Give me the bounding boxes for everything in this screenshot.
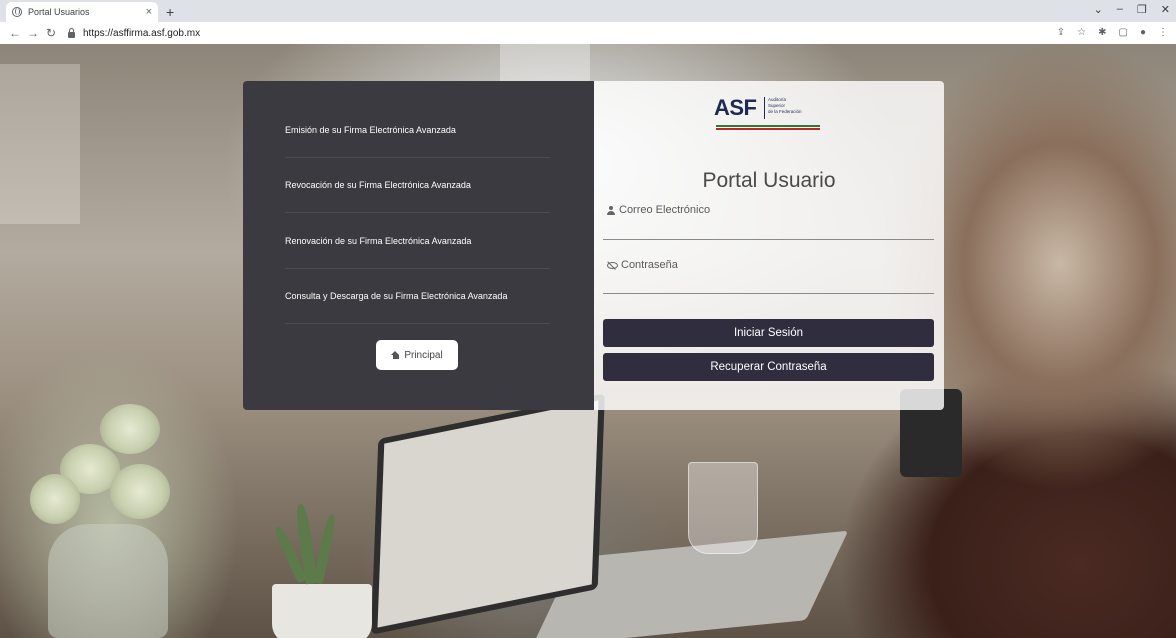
restore-button[interactable]: ❐ — [1137, 3, 1147, 16]
tab-title: Portal Usuarios — [28, 7, 90, 17]
globe-icon — [12, 7, 22, 17]
services-panel: Emisión de su Firma Electrónica Avanzada… — [243, 81, 594, 410]
menu-item-consulta[interactable]: Consulta y Descarga de su Firma Electrón… — [285, 291, 550, 324]
extensions-icon[interactable]: ✱ — [1098, 27, 1106, 38]
window-controls: ⌄ – ❐ ✕ — [1094, 3, 1170, 16]
vase — [48, 524, 168, 638]
plant-pot — [272, 584, 372, 638]
asf-logo: ASF Auditoría Superior de la Federación — [714, 95, 824, 135]
page-background: Emisión de su Firma Electrónica Avanzada… — [0, 44, 1176, 638]
url-text[interactable]: https://asffirma.asf.gob.mx — [83, 28, 200, 39]
email-underline — [603, 239, 934, 240]
password-field[interactable]: Contraseña — [606, 259, 678, 271]
login-button[interactable]: Iniciar Sesión — [603, 319, 934, 347]
eye-slash-icon[interactable] — [606, 261, 618, 269]
address-bar[interactable]: https://asffirma.asf.gob.mx — [68, 24, 1108, 42]
flower — [30, 474, 80, 524]
principal-label: Principal — [404, 349, 443, 361]
home-icon — [391, 351, 400, 359]
menu-kebab-icon[interactable]: ⋮ — [1158, 27, 1168, 38]
password-label: Contraseña — [621, 259, 678, 271]
browser-tab-bar: Portal Usuarios × + ⌄ – ❐ ✕ — [0, 0, 1176, 22]
logo-text: ASF — [714, 95, 757, 120]
email-label: Correo Electrónico — [619, 204, 711, 216]
back-icon[interactable]: ← — [6, 26, 24, 40]
minimize-button[interactable]: – — [1117, 3, 1123, 16]
browser-toolbar: ← → ↻ https://asffirma.asf.gob.mx ⇪ ☆ ✱ … — [0, 22, 1176, 44]
shelf-left — [0, 64, 80, 224]
share-icon[interactable]: ⇪ — [1057, 27, 1065, 38]
close-window-button[interactable]: ✕ — [1161, 3, 1170, 16]
password-underline — [603, 293, 934, 294]
lock-icon[interactable] — [68, 27, 75, 38]
profile-icon[interactable]: ● — [1140, 27, 1146, 38]
bookmark-star-icon[interactable]: ☆ — [1077, 27, 1086, 38]
recover-password-button[interactable]: Recuperar Contraseña — [603, 353, 934, 381]
reload-icon[interactable]: ↻ — [42, 26, 60, 40]
tab-search-icon[interactable]: ⌄ — [1094, 3, 1103, 16]
logo-subtitle: Auditoría Superior de la Federación — [764, 97, 822, 119]
glass — [688, 462, 758, 554]
menu-item-revocacion[interactable]: Revocación de su Firma Electrónica Avanz… — [285, 180, 550, 213]
forward-icon[interactable]: → — [24, 26, 42, 40]
tab-close-icon[interactable]: × — [146, 6, 152, 18]
logo-red-line — [716, 128, 820, 130]
user-icon — [606, 205, 615, 215]
logo-green-line — [716, 125, 820, 127]
page-title: Portal Usuario — [702, 169, 836, 192]
cactus-leaf — [312, 513, 338, 585]
flower — [100, 404, 160, 454]
email-field[interactable]: Correo Electrónico — [606, 204, 710, 216]
new-tab-button[interactable]: + — [166, 5, 174, 19]
principal-button[interactable]: Principal — [376, 340, 458, 370]
sidepanel-icon[interactable]: ▢ — [1119, 27, 1128, 38]
toolbar-icons: ⇪ ☆ ✱ ▢ ● ⋮ — [1057, 27, 1168, 38]
menu-item-emision[interactable]: Emisión de su Firma Electrónica Avanzada — [285, 125, 550, 158]
menu-item-renovacion[interactable]: Renovación de su Firma Electrónica Avanz… — [285, 236, 550, 269]
flower — [110, 464, 170, 519]
window-light — [500, 44, 590, 84]
login-panel: ASF Auditoría Superior de la Federación … — [594, 81, 944, 410]
browser-tab[interactable]: Portal Usuarios × — [6, 2, 158, 22]
